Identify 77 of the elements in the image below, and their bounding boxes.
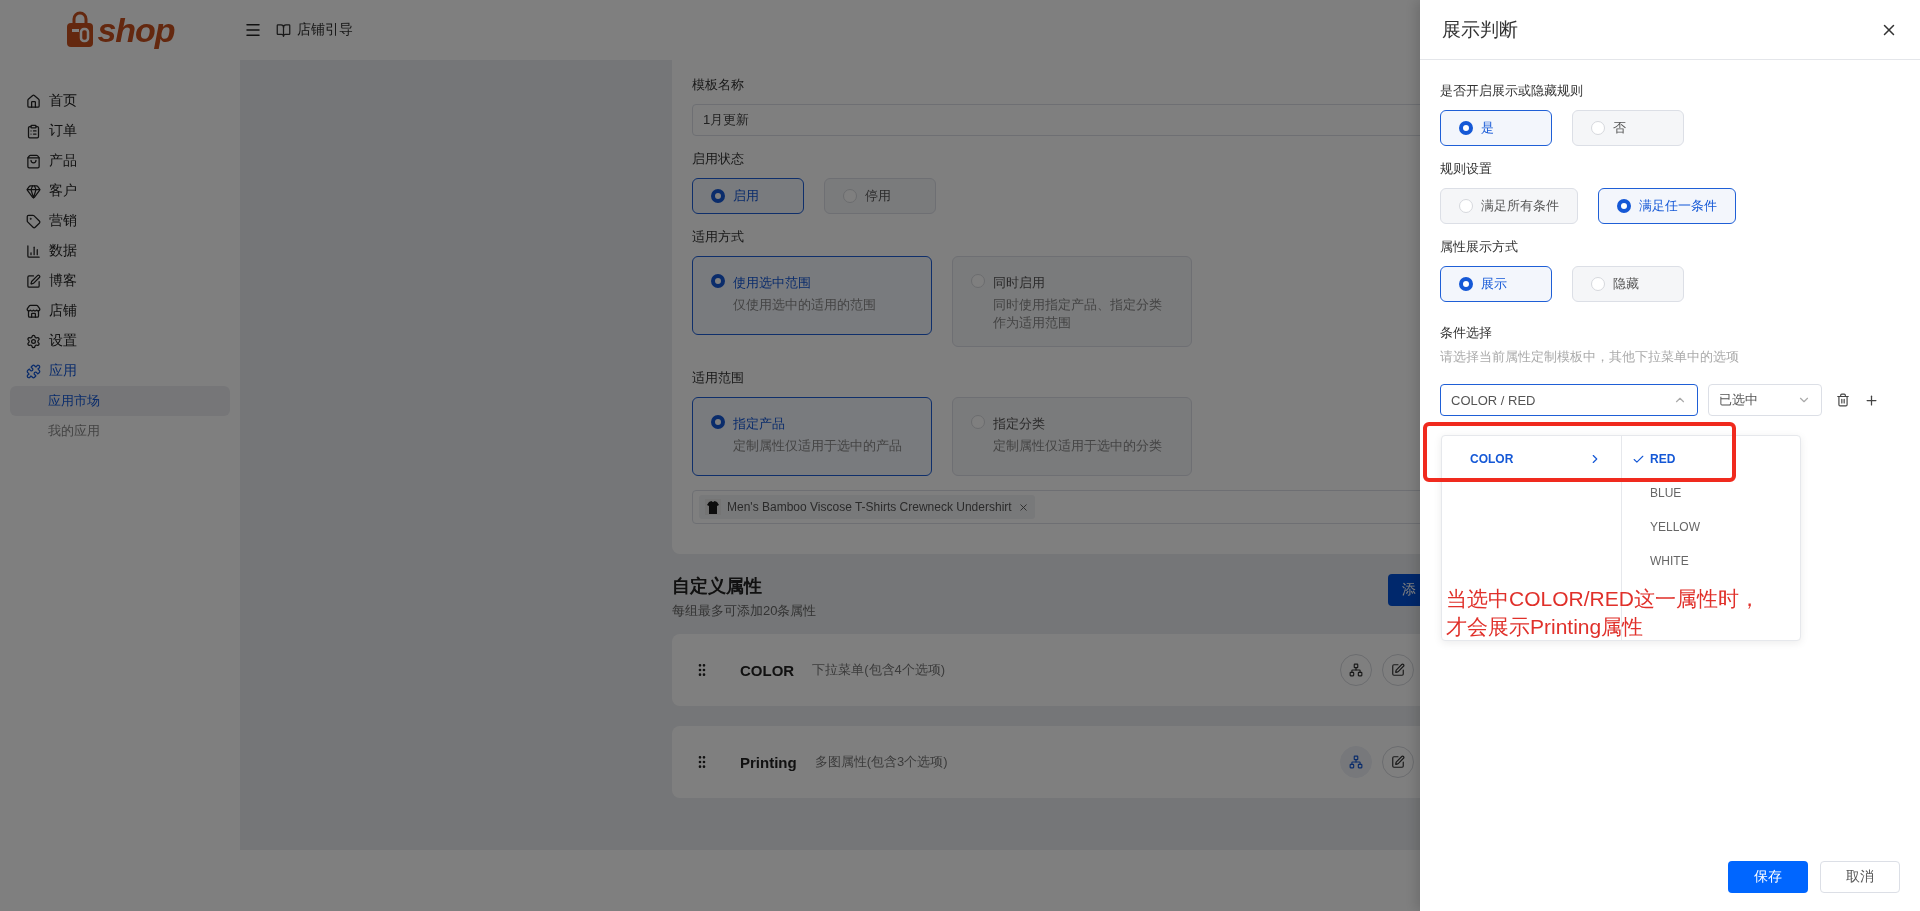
plus-icon: [1864, 392, 1879, 408]
radio-option[interactable]: 否: [1572, 110, 1684, 146]
display-rule-button[interactable]: [1340, 654, 1372, 686]
drawer-title: 展示判断: [1442, 17, 1518, 42]
sidebar-item[interactable]: 产品: [10, 146, 230, 176]
sidebar-item[interactable]: 首页: [10, 86, 230, 116]
sidebar-subitem[interactable]: 应用市场: [10, 386, 230, 416]
state-select[interactable]: 已选中: [1708, 384, 1822, 416]
sidebar-item[interactable]: 订单: [10, 116, 230, 146]
store-guide-label: 店铺引导: [297, 21, 353, 39]
edit-button[interactable]: [1382, 654, 1414, 686]
gem-icon: [26, 183, 41, 199]
store-guide-link[interactable]: 店铺引导: [276, 21, 353, 39]
sidebar-item[interactable]: 客户: [10, 176, 230, 206]
radio-option[interactable]: 满足任一条件: [1598, 188, 1736, 224]
status-radio[interactable]: 停用: [824, 178, 936, 214]
radio-option[interactable]: 展示: [1440, 266, 1552, 302]
menu-button[interactable]: [244, 21, 262, 39]
sidebar-item[interactable]: 数据: [10, 236, 230, 266]
condition-select[interactable]: COLOR / RED: [1440, 384, 1698, 416]
field-label: 是否开启展示或隐藏规则: [1440, 82, 1583, 100]
field-hint: 请选择当前属性定制模板中，其他下拉菜单中的选项: [1440, 348, 1739, 366]
attribute-description: 下拉菜单(包含4个选项): [812, 661, 947, 679]
add-button[interactable]: [1864, 392, 1879, 408]
sidebar-item[interactable]: 营销: [10, 206, 230, 236]
radio-option[interactable]: 隐藏: [1572, 266, 1684, 302]
field-label: 适用范围: [692, 369, 744, 387]
attribute-name: Printing: [740, 753, 797, 771]
cascader-option[interactable]: YELLOW: [1622, 510, 1710, 544]
home-icon: [26, 93, 41, 109]
cancel-button[interactable]: 取消: [1820, 861, 1900, 893]
radio-option[interactable]: 是: [1440, 110, 1552, 146]
edit-icon: [26, 273, 41, 289]
store-icon: [26, 303, 41, 319]
attribute-description: 多图属性(包含3个选项): [814, 753, 949, 771]
network-icon: [1349, 663, 1363, 677]
edit-icon: [1391, 755, 1405, 769]
settings-icon: [26, 333, 41, 349]
book-icon: [276, 22, 291, 38]
trash-icon: [1836, 393, 1850, 407]
tag-icon: [26, 213, 41, 229]
edit-button[interactable]: [1382, 746, 1414, 778]
section-title: 自定义属性: [672, 575, 763, 598]
save-button[interactable]: 保存: [1728, 861, 1808, 893]
clipboard-icon: [26, 123, 41, 139]
cascader-option[interactable]: RED: [1622, 442, 1686, 476]
sidebar-item[interactable]: 设置: [10, 326, 230, 356]
status-radio[interactable]: 启用: [692, 178, 804, 214]
field-label: 规则设置: [1440, 160, 1492, 178]
sidebar-item[interactable]: 店铺: [10, 296, 230, 326]
cascader-option[interactable]: BLUE: [1622, 476, 1692, 510]
logo-bag-icon: [65, 11, 96, 49]
sidebar-item[interactable]: 博客: [10, 266, 230, 296]
delete-button[interactable]: [1836, 393, 1850, 407]
attribute-name: COLOR: [740, 661, 795, 679]
close-icon[interactable]: [1017, 501, 1029, 513]
cascader-option[interactable]: WHITE: [1622, 544, 1699, 578]
section-subtitle: 每组最多可添加20条属性: [672, 602, 817, 620]
menu-icon: [244, 21, 262, 39]
bag-icon: [26, 153, 41, 169]
product-tag-text: Men's Bamboo Viscose T-Shirts Crewneck Undershirt: [727, 500, 1012, 514]
network-icon: [1349, 755, 1363, 769]
sidebar-item[interactable]: 应用: [10, 356, 230, 386]
field-label: 启用状态: [692, 150, 744, 168]
cascader-option[interactable]: COLOR: [1442, 442, 1612, 476]
field-label: 模板名称: [692, 76, 744, 94]
edit-icon: [1391, 663, 1405, 677]
bar-chart-icon: [26, 243, 41, 259]
field-label: 条件选择: [1440, 324, 1492, 342]
puzzle-icon: [26, 363, 41, 379]
radio-option[interactable]: 满足所有条件: [1440, 188, 1578, 224]
field-label: 属性展示方式: [1440, 238, 1518, 256]
logo-text: shop: [97, 10, 175, 50]
annotation-text: 才会展示Printing属性: [1446, 614, 1644, 640]
sidebar-subitem[interactable]: 我的应用: [10, 416, 230, 446]
field-label: 适用方式: [692, 228, 744, 246]
annotation-text: 当选中COLOR/RED这一属性时，: [1446, 586, 1760, 612]
